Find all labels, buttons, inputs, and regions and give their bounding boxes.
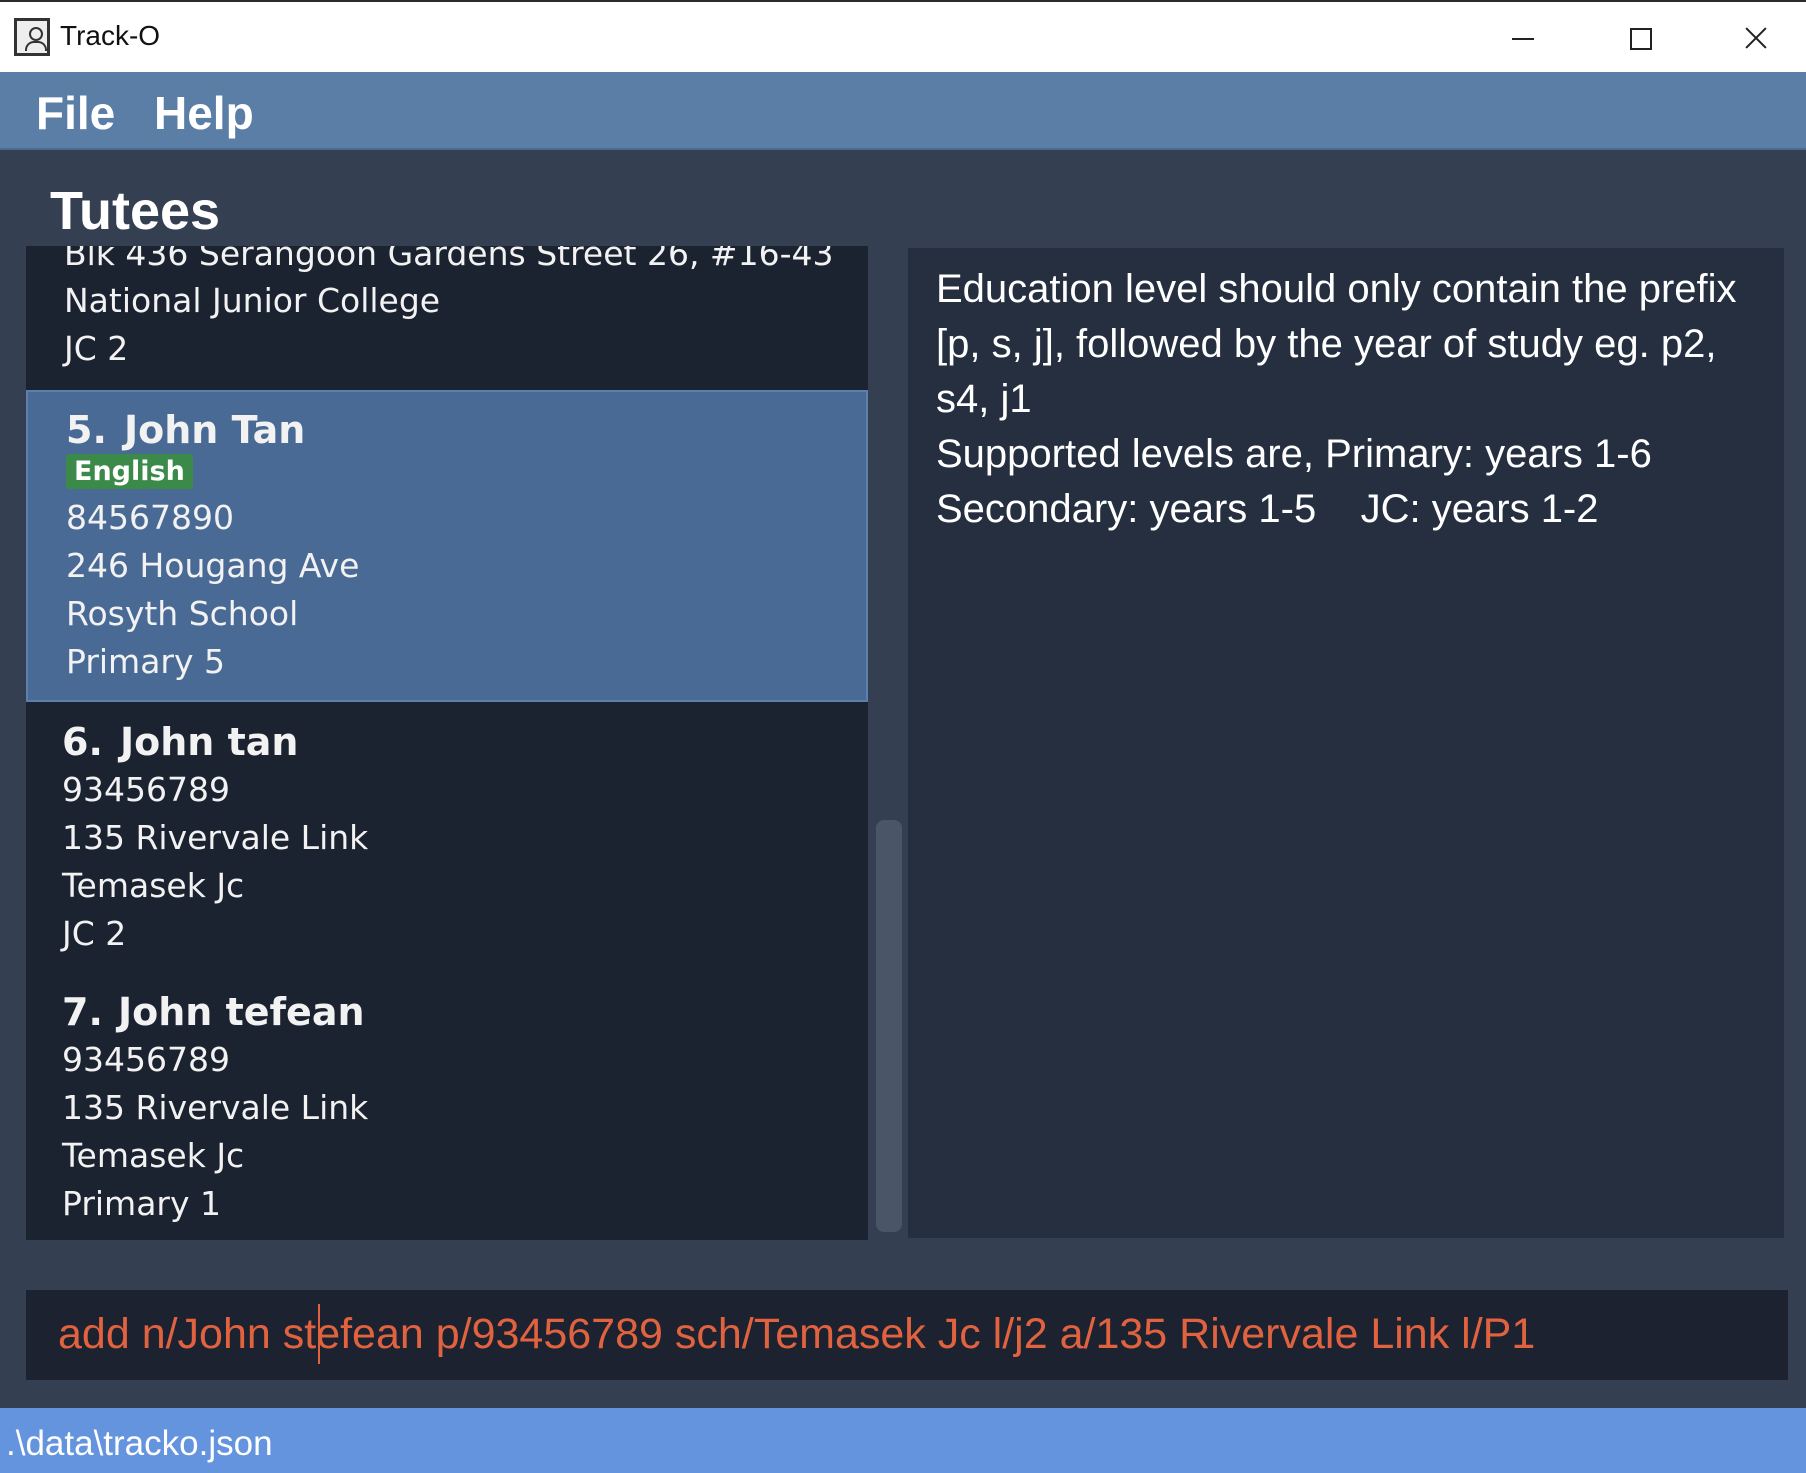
result-line: Secondary: years 1-5 JC: years 1-2	[936, 487, 1599, 531]
menu-help[interactable]: Help	[154, 86, 254, 140]
tutee-phone: 84567890	[66, 498, 234, 537]
tutee-level: JC 2	[62, 914, 127, 953]
window-title: Track-O	[60, 20, 161, 51]
status-bar: .\data\tracko.json	[0, 1408, 1806, 1473]
contact-book-icon	[14, 18, 50, 56]
title-bar: Track-O	[0, 0, 1806, 72]
tutee-level: Primary 1	[62, 1184, 222, 1223]
result-line: Supported levels are, Primary: years 1-6	[936, 432, 1652, 476]
tutee-card-6[interactable]: 6. John tan 93456789 135 Rivervale Link …	[26, 704, 868, 974]
command-input[interactable]: add n/John stefean p/93456789 sch/Temase…	[26, 1290, 1788, 1380]
menu-file[interactable]: File	[36, 86, 115, 140]
minimize-icon[interactable]	[1494, 16, 1554, 60]
tutee-list[interactable]: Blk 436 Serangoon Gardens Street 26, #16…	[26, 246, 868, 1240]
tutee-address: Blk 436 Serangoon Gardens Street 26, #16…	[64, 246, 834, 273]
tutee-school: Temasek Jc	[62, 1136, 245, 1175]
tutee-name: John tan	[120, 720, 299, 764]
tutee-card-5[interactable]: 5. John Tan English 84567890 246 Hougang…	[26, 390, 868, 702]
tutee-name: John tefean	[118, 990, 365, 1034]
command-text: add n/John stefean p/93456789 sch/Temase…	[58, 1310, 1536, 1358]
tutee-index: 6.	[62, 720, 103, 764]
maximize-icon[interactable]	[1610, 16, 1670, 60]
tutee-school: Temasek Jc	[62, 866, 245, 905]
tutee-phone: 93456789	[62, 1040, 230, 1079]
tutee-index: 5.	[66, 408, 107, 452]
tutee-address: 135 Rivervale Link	[62, 1088, 369, 1127]
subject-tag: English	[66, 454, 193, 489]
result-line: s4, j1	[936, 377, 1032, 421]
tutee-school: National Junior College	[64, 281, 441, 320]
result-line: [p, s, j], followed by the year of study…	[936, 322, 1717, 366]
tutees-title: Tutees	[50, 181, 221, 241]
tutee-card-7[interactable]: 7. John tefean 93456789 135 Rivervale Li…	[26, 974, 868, 1240]
data-file-path: .\data\tracko.json	[6, 1424, 273, 1463]
text-caret	[318, 1304, 320, 1364]
tutee-school: Rosyth School	[66, 594, 299, 633]
tutee-index: 7.	[62, 990, 103, 1034]
tutee-level: Primary 5	[66, 642, 226, 681]
result-line: Education level should only contain the …	[936, 267, 1737, 311]
list-scrollbar[interactable]	[876, 820, 902, 1232]
menu-bar: File Help	[0, 72, 1806, 150]
close-icon[interactable]	[1726, 16, 1786, 60]
tutee-name: John Tan	[124, 408, 306, 452]
tutee-address: 246 Hougang Ave	[66, 546, 360, 585]
tutee-phone: 93456789	[62, 770, 230, 809]
tutee-level: JC 2	[64, 329, 129, 368]
result-display: Education level should only contain the …	[908, 248, 1784, 1238]
tutee-address: 135 Rivervale Link	[62, 818, 369, 857]
